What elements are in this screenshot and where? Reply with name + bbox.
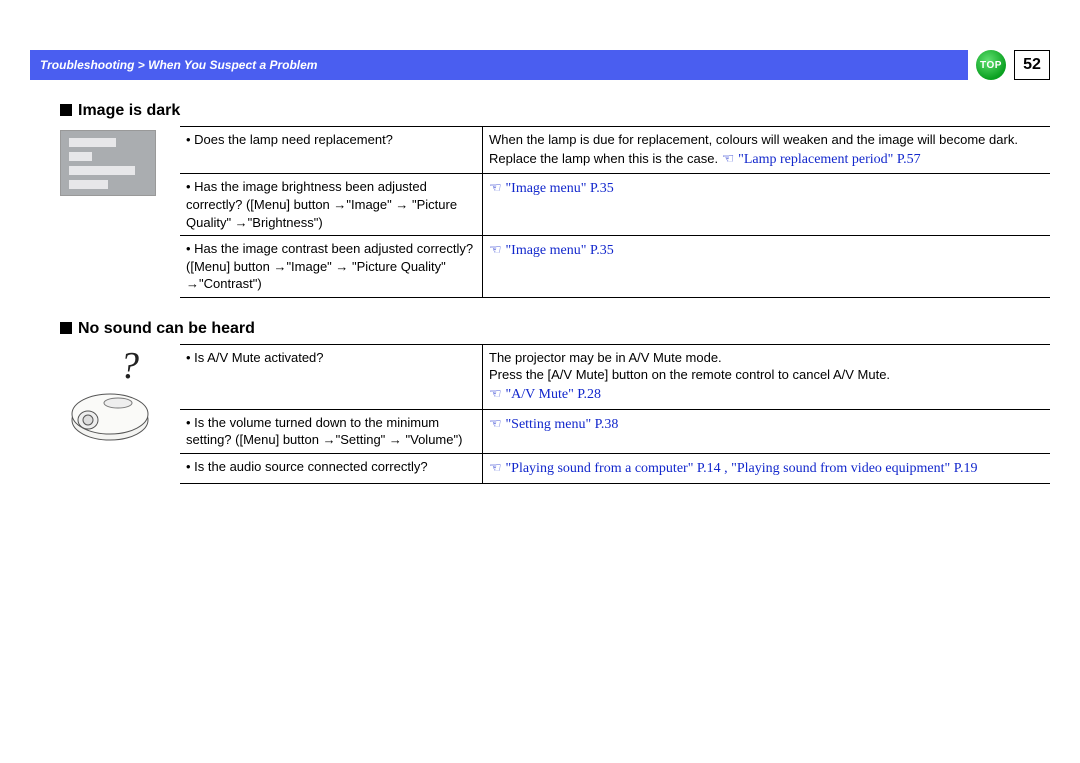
section-heading-text: Image is dark <box>78 102 180 119</box>
icon-column <box>60 126 180 196</box>
question-text: Has the image contrast been adjusted cor… <box>186 241 473 291</box>
table-row: Does the lamp need replacement? When the… <box>180 127 1050 174</box>
breadcrumb: Troubleshooting > When You Suspect a Pro… <box>30 50 968 80</box>
troubleshoot-table: Is A/V Mute activated? The projector may… <box>180 344 1050 484</box>
table-row: Is A/V Mute activated? The projector may… <box>180 344 1050 409</box>
header-row: Troubleshooting > When You Suspect a Pro… <box>30 50 1050 80</box>
question-cell: Has the image contrast been adjusted cor… <box>180 236 483 298</box>
square-marker-icon <box>60 322 72 334</box>
answer-text: Press the [A/V Mute] button on the remot… <box>489 367 890 382</box>
question-cell: Is the volume turned down to the minimum… <box>180 409 483 453</box>
section-heading-image-dark: Image is dark <box>60 102 1050 120</box>
question-text: Is the audio source connected correctly? <box>186 459 428 474</box>
link-lamp-replacement[interactable]: ☜ "Lamp replacement period" P.57 <box>722 152 921 167</box>
answer-cell: ☜ "Image menu" P.35 <box>483 236 1051 298</box>
link-setting-menu[interactable]: ☜ "Setting menu" P.38 <box>489 417 618 432</box>
troubleshoot-block-image-dark: Does the lamp need replacement? When the… <box>60 126 1050 298</box>
table-row: Has the image brightness been adjusted c… <box>180 174 1050 236</box>
top-button[interactable]: TOP <box>976 50 1006 80</box>
brightness-bars-icon <box>60 130 156 196</box>
section-heading-no-sound: No sound can be heard <box>60 320 1050 338</box>
table-row: Is the volume turned down to the minimum… <box>180 409 1050 453</box>
answer-text: The projector may be in A/V Mute mode. <box>489 350 722 365</box>
question-text: Is the volume turned down to the minimum… <box>186 415 462 448</box>
question-cell: Is the audio source connected correctly? <box>180 453 483 483</box>
question-cell: Is A/V Mute activated? <box>180 344 483 409</box>
troubleshoot-table: Does the lamp need replacement? When the… <box>180 126 1050 298</box>
svg-text:?: ? <box>120 348 139 387</box>
section-heading-text: No sound can be heard <box>78 320 255 337</box>
question-cell: Does the lamp need replacement? <box>180 127 483 174</box>
answer-cell: When the lamp is due for replacement, co… <box>483 127 1051 174</box>
question-text: Does the lamp need replacement? <box>186 132 393 147</box>
question-cell: Has the image brightness been adjusted c… <box>180 174 483 236</box>
troubleshoot-block-no-sound: ? Is A/V Mute activated? The projector m… <box>60 344 1050 484</box>
page-number: 52 <box>1014 50 1050 80</box>
page: Troubleshooting > When You Suspect a Pro… <box>0 0 1080 763</box>
table-row: Has the image contrast been adjusted cor… <box>180 236 1050 298</box>
table-row: Is the audio source connected correctly?… <box>180 453 1050 483</box>
link-image-menu[interactable]: ☜ "Image menu" P.35 <box>489 243 614 258</box>
answer-cell: The projector may be in A/V Mute mode. P… <box>483 344 1051 409</box>
link-playing-sound[interactable]: ☜ "Playing sound from a computer" P.14 ,… <box>489 461 977 476</box>
answer-cell: ☜ "Playing sound from a computer" P.14 ,… <box>483 453 1051 483</box>
link-image-menu[interactable]: ☜ "Image menu" P.35 <box>489 181 614 196</box>
icon-column: ? <box>60 344 180 448</box>
link-av-mute[interactable]: ☜ "A/V Mute" P.28 <box>489 387 601 402</box>
question-text: Is A/V Mute activated? <box>186 350 324 365</box>
projector-question-icon: ? <box>60 348 160 448</box>
answer-cell: ☜ "Setting menu" P.38 <box>483 409 1051 453</box>
question-text: Has the image brightness been adjusted c… <box>186 179 457 229</box>
square-marker-icon <box>60 104 72 116</box>
answer-cell: ☜ "Image menu" P.35 <box>483 174 1051 236</box>
